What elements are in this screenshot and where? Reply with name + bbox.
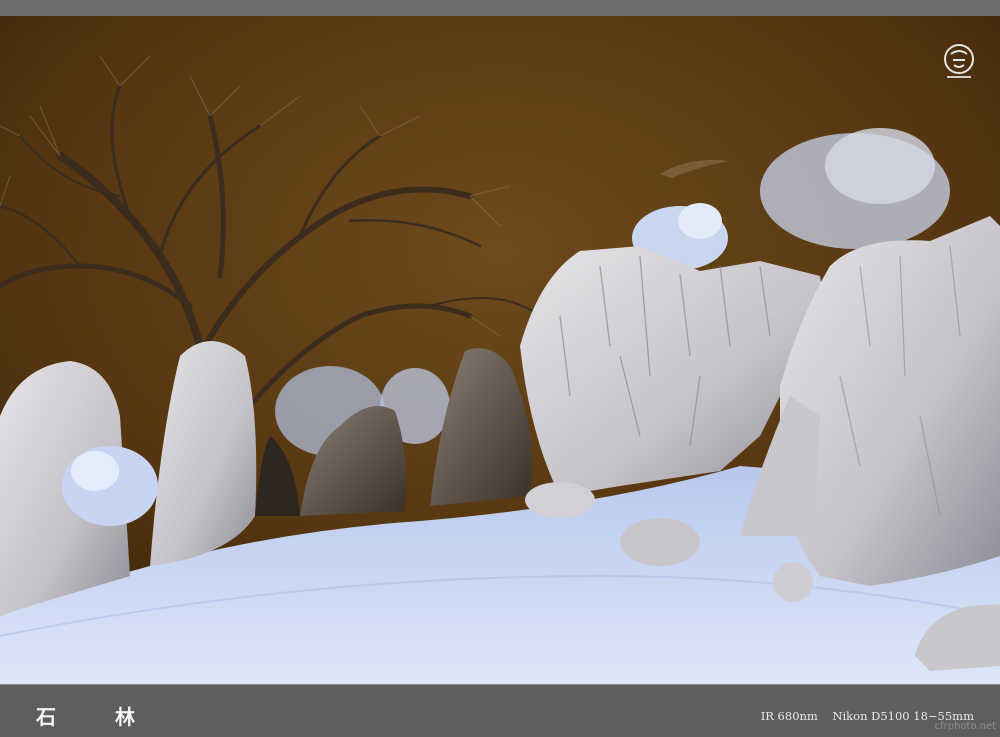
top-frame-bar: [0, 0, 1000, 16]
watermark-site: cfrphoto.net: [934, 721, 996, 732]
caption-bar: 石 林 IR 680nm Nikon D5100 18−55mm cfrphot…: [0, 684, 1000, 737]
boulder: [773, 562, 813, 602]
photographer-seal-icon: [942, 44, 976, 82]
infrared-stone-forest-photo: [0, 16, 1000, 684]
frosted-bush: [62, 446, 158, 526]
boulder: [525, 482, 595, 518]
boulder: [620, 518, 700, 566]
photo-title: 石 林: [36, 705, 161, 729]
